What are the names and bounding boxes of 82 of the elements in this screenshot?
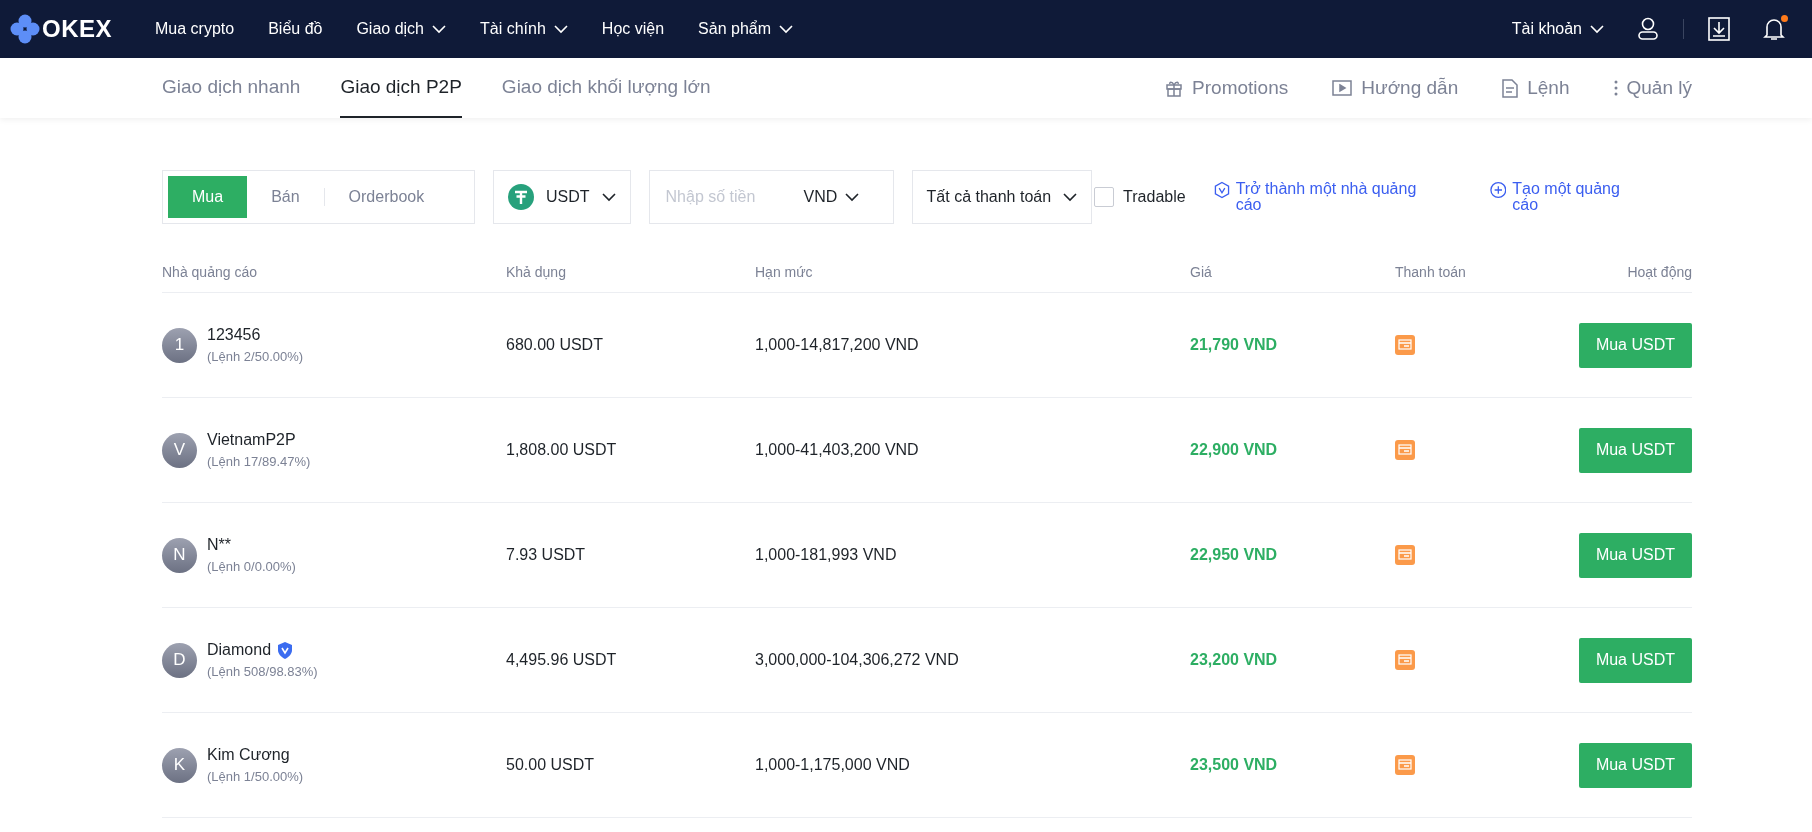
chevron-down-icon [1063, 192, 1078, 202]
column-header: Hạn mức [755, 264, 814, 280]
download-icon[interactable] [1708, 17, 1730, 41]
card-icon [1395, 545, 1415, 565]
order-stats: (Lệnh 2/50.00%) [207, 349, 304, 364]
coin-select[interactable]: USDT [493, 170, 631, 224]
mode-button[interactable]: Bán [247, 176, 324, 218]
nav-link[interactable]: Mua crypto [155, 20, 235, 38]
limit-cell-text: 1,000-14,817,200 VND [755, 336, 920, 354]
column-header: Hoạt động [1627, 264, 1692, 280]
nav-link[interactable]: Học viện [601, 20, 665, 38]
account-menu[interactable]: Tài khoản [1511, 20, 1604, 38]
toolbar-link[interactable]: Lệnh [1502, 58, 1570, 118]
order-stats: (Lệnh 0/0.00%) [207, 559, 296, 574]
card-icon [1395, 650, 1415, 670]
column-header: Thanh toán [1395, 264, 1467, 280]
card-icon [1395, 335, 1415, 355]
tab[interactable]: Giao dịch P2P [340, 58, 462, 118]
shield-icon [1213, 181, 1230, 199]
more-icon [1613, 80, 1618, 96]
avatar: N [162, 537, 197, 573]
advertiser-name[interactable]: Kim Cương [207, 746, 290, 764]
column-header: Khả dụng [506, 264, 567, 280]
mode-button[interactable]: Orderbook [324, 176, 449, 218]
limit-cell-text: 3,000,000-104,306,272 VND [755, 651, 960, 669]
link[interactable]: Trở thành một nhà quảng cáo [1213, 181, 1434, 213]
price-cell-text: 23,200 VND [1190, 651, 1279, 669]
chevron-down-icon [779, 24, 793, 34]
advertiser-name[interactable]: N** [207, 536, 231, 554]
amount-field[interactable]: Nhập số tiền VND [648, 170, 894, 224]
chevron-down-icon [1590, 24, 1604, 34]
payment-select[interactable]: Tất cả thanh toán [911, 170, 1093, 224]
logo-icon [10, 14, 40, 44]
toolbar-link[interactable]: Hướng dẫn [1332, 58, 1459, 118]
nav-link[interactable]: Giao dịch [356, 20, 446, 38]
chevron-down-icon [553, 24, 568, 34]
card-icon [1395, 440, 1415, 460]
tether-icon [508, 184, 534, 210]
document-icon [1502, 78, 1519, 98]
available-cell-text: 50.00 USDT [506, 756, 596, 774]
user-icon[interactable] [1637, 17, 1659, 41]
link[interactable]: Tạo một quảng cáo [1489, 181, 1640, 213]
advertiser-name[interactable]: VietnamP2P [207, 431, 296, 449]
card-icon [1395, 755, 1415, 775]
avatar: V [162, 432, 197, 468]
order-stats: (Lệnh 17/89.47%) [207, 454, 311, 469]
limit-cell-text: 1,000-41,403,200 VND [755, 441, 920, 459]
tradable-checkbox[interactable]: Tradable [1094, 187, 1186, 207]
available-cell-text: 4,495.96 USDT [506, 651, 618, 669]
nav-link[interactable]: Sản phẩm [698, 20, 793, 38]
chevron-down-icon [845, 192, 860, 202]
nav-link[interactable]: Tài chính [480, 20, 568, 38]
chevron-down-icon [432, 24, 446, 34]
limit-cell-text: 1,000-181,993 VND [755, 546, 898, 564]
bell-icon[interactable] [1762, 17, 1786, 41]
avatar: D [162, 642, 197, 678]
available-cell-text: 7.93 USDT [506, 546, 587, 564]
order-stats: (Lệnh 508/98.83%) [207, 664, 318, 679]
toolbar-link[interactable]: Quản lý [1613, 58, 1692, 118]
tab[interactable]: Giao dịch nhanh [162, 58, 301, 118]
video-icon [1332, 80, 1353, 96]
available-cell-text: 680.00 USDT [506, 336, 604, 354]
column-header: Nhà quảng cáo [162, 264, 258, 280]
price-cell-text: 23,500 VND [1190, 756, 1279, 774]
advertiser-name[interactable]: 123456 [207, 326, 261, 344]
limit-cell-text: 1,000-1,175,000 VND [755, 756, 911, 774]
nav-link[interactable]: Biểu đồ [268, 20, 323, 38]
price-cell-text: 22,950 VND [1190, 546, 1279, 564]
column-header: Giá [1190, 264, 1213, 280]
advertiser-name[interactable]: Diamond [207, 641, 272, 659]
currency-select[interactable]: VND [803, 188, 838, 206]
chevron-down-icon [601, 192, 616, 202]
avatar: K [162, 747, 197, 783]
available-cell-text: 1,808.00 USDT [506, 441, 618, 459]
avatar: 1 [162, 327, 197, 363]
tab[interactable]: Giao dịch khối lượng lớn [501, 58, 711, 118]
logo-text[interactable]: OKEX [42, 15, 112, 43]
price-cell-text: 22,900 VND [1190, 441, 1279, 459]
gift-icon [1165, 79, 1184, 97]
toolbar-link[interactable]: Promotions [1165, 58, 1289, 118]
order-stats: (Lệnh 1/50.00%) [207, 769, 304, 784]
price-cell-text: 21,790 VND [1190, 336, 1279, 354]
